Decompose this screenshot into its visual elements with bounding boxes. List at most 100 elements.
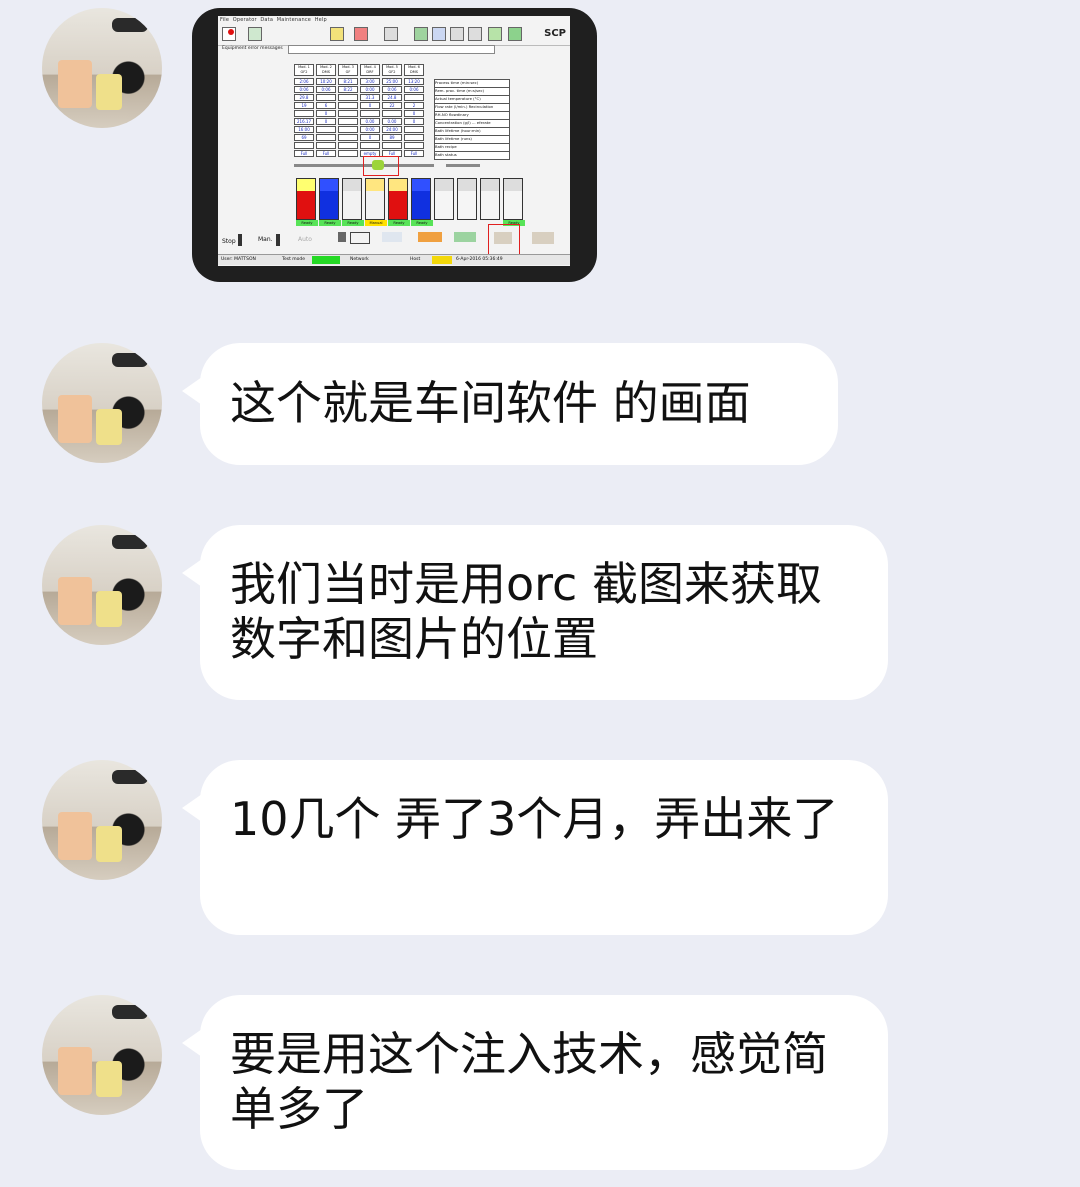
status-mode: Test mode [282,257,306,262]
progress-bar [446,164,480,167]
stop-button: Stop [222,238,236,245]
table-cell: 0:06 [382,86,402,93]
tank-icon [342,178,362,220]
table-cell [338,126,358,133]
table-cell [316,142,336,149]
table-cell: 24.8 [382,94,402,101]
table-header: Mod. 2 DMS [316,64,336,76]
table-cell [294,110,314,117]
avatar[interactable] [42,343,162,463]
table-cell: 29.8 [294,94,314,101]
table-cell: 0 [316,110,336,117]
table-cell: 13:20 [404,78,424,85]
status-user: User: MATTSON [221,257,256,262]
menu-help: Help [314,17,327,23]
table-cell: 10:20 [316,78,336,85]
bath-icon [432,27,446,41]
control-area: Stop Man. Auto [222,224,568,256]
tank-status-label: Ready [319,220,341,226]
tank-icon [480,178,500,220]
wafer-rack-icon [350,232,370,244]
table-cell [316,134,336,141]
avatar[interactable] [42,8,162,128]
status-date: 6-Apr-2016 05:36:49 [456,257,503,262]
robot-position-icon [372,160,384,170]
logout-icon [354,27,368,41]
table-cell [360,142,380,149]
status-bar: User: MATTSON Test mode Network Host 6-A… [218,254,570,265]
robot-icon [468,27,482,41]
table-cell: 216.17 [294,118,314,125]
status-network: Network [350,257,369,262]
edit-icon [248,27,262,41]
table-header: Mod. 4 DRF [360,64,380,76]
table-header: Mod. 6 DMS [404,64,424,76]
transfer-icon [418,232,442,242]
table-cell: 3:00 [360,78,380,85]
table-cell [316,126,336,133]
table-row-label: Bath status [434,151,510,160]
message-bubble[interactable]: 10几个 弄了3个月，弄出来了 [182,760,888,935]
avatar[interactable] [42,995,162,1115]
table-cell [338,102,358,109]
message-text: 要是用这个注入技术，感觉简单多了 [230,1027,828,1136]
table-cell: 31.3 [360,94,380,101]
tank-icon [296,178,316,220]
table-cell [404,126,424,133]
menu-operator: Operator [232,17,257,23]
status-indicator [432,256,452,264]
traffic-light-icon [276,234,280,246]
message-bubble[interactable]: 这个就是车间软件 的画面 [182,343,838,465]
table-cell [316,94,336,101]
table-cell: 0 [404,110,424,117]
avatar[interactable] [42,760,162,880]
table-cell: 89 [382,134,402,141]
tank-icon [457,178,477,220]
tank-status-label: Ready [296,220,318,226]
tank-icon [434,178,454,220]
scale-icon [450,27,464,41]
tank-icon [503,178,523,220]
message-bubble[interactable]: 要是用这个注入技术，感觉简单多了 [182,995,888,1170]
table-cell: 0:06 [316,86,336,93]
table-cell [382,142,402,149]
factory-software-screenshot: File Operator Data Maintenance Help SCP … [218,16,570,266]
table-cell [338,150,358,157]
table-cell [338,110,358,117]
transfer-icon [382,232,402,242]
tank-status-label: Ready [388,220,410,226]
table-header: Mod. 3 GF [338,64,358,76]
avatar[interactable] [42,525,162,645]
table-cell [404,142,424,149]
table-header: Mod. 5 GF2 [382,64,402,76]
table-cell: 69 [294,134,314,141]
tank-status-label: Ready [342,220,364,226]
grid-icon [414,27,428,41]
table-cell: Full [404,150,424,157]
table-cell: 24:00 [382,126,402,133]
menu-file: File [220,17,230,23]
screenshot-image-message[interactable]: File Operator Data Maintenance Help SCP … [192,8,597,282]
print-icon [384,27,398,41]
tank-status-label [434,220,456,226]
error-label: Equipment error messages [222,46,283,51]
table-cell [360,110,380,117]
menu-data: Data [260,17,274,23]
table-header: Mod. 1 GF2 [294,64,314,76]
tank-icon [365,178,385,220]
message-bubble[interactable]: 我们当时是用orc 截图来获取数字和图片的位置 [182,525,888,700]
table-cell: 19 [294,102,314,109]
message-text: 我们当时是用orc 截图来获取数字和图片的位置 [230,557,822,666]
recycle-icon [508,27,522,41]
table-cell: 0 [404,118,424,125]
tank-status-label [457,220,479,226]
manual-button: Man. [258,236,273,243]
menu-maintenance: Maintenance [276,17,312,23]
transfer-icon [488,27,502,41]
down-arrow-icon [532,232,554,244]
tank-icon [411,178,431,220]
status-host: Host [410,257,421,262]
message-text: 这个就是车间软件 的画面 [230,376,751,430]
table-cell: 6 [316,102,336,109]
up-arrow-icon [494,232,512,244]
